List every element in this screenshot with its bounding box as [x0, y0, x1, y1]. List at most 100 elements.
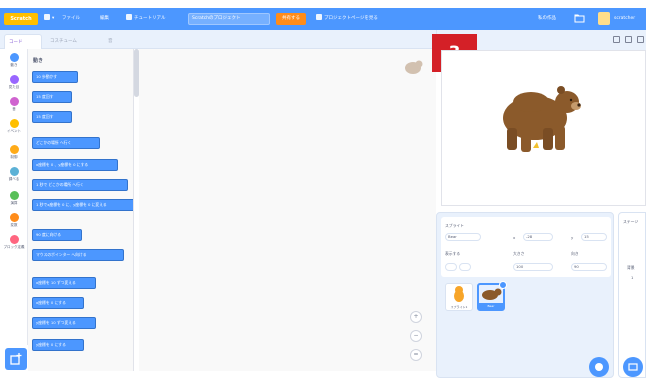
- block-label: 15 度回す: [36, 94, 54, 99]
- zoom-out-button[interactable]: −: [410, 330, 422, 342]
- category-motion[interactable]: 動き: [2, 53, 26, 67]
- category-label: 調べる: [8, 177, 20, 181]
- direction-input[interactable]: 90: [571, 263, 607, 271]
- add-extension-button[interactable]: [5, 348, 27, 370]
- block-go-to[interactable]: どこかの場所 へ行く: [32, 137, 100, 149]
- category-label: 音: [12, 107, 16, 111]
- edit-menu[interactable]: 編集: [100, 14, 109, 24]
- tab-sounds[interactable]: 音: [104, 34, 134, 49]
- category-sensing[interactable]: 調べる: [2, 167, 26, 181]
- category-dot: [9, 119, 19, 128]
- category-dot: [9, 75, 19, 84]
- block-label: 1 秒でx座標を 0 に、y座標を 0 に変える: [36, 202, 107, 207]
- block-turn-right[interactable]: 15 度回す: [32, 91, 72, 103]
- file-menu[interactable]: ファイル: [62, 14, 80, 24]
- globe-icon: [44, 14, 50, 20]
- share-button[interactable]: 共有する: [276, 13, 306, 25]
- tab-sounds-label: 音: [108, 39, 113, 44]
- cat-icon: [454, 286, 464, 302]
- see-project-page-button[interactable]: プロジェクトページを見る: [316, 14, 378, 24]
- block-label: 90 度に向ける: [36, 232, 62, 237]
- sprite-name-label: スプライト: [445, 223, 464, 228]
- language-menu[interactable]: ▾: [44, 14, 54, 24]
- block-change-y[interactable]: y座標を 10 ずつ変える: [32, 317, 96, 329]
- block-palette: 動き 10 歩動かす 15 度回す 15 度回す どこかの場所 へ行く x座標を…: [28, 49, 134, 371]
- y-position-input[interactable]: 15: [581, 233, 607, 241]
- block-set-x[interactable]: x座標を 0 にする: [32, 297, 84, 309]
- category-dot: [9, 235, 19, 244]
- normal-stage-icon[interactable]: [625, 36, 632, 43]
- tab-costumes[interactable]: コスチューム: [46, 34, 98, 49]
- cat-add-icon: [595, 363, 603, 371]
- block-label: マウスのポインター へ向ける: [36, 252, 87, 257]
- block-move-steps[interactable]: 10 歩動かす: [32, 71, 78, 83]
- category-operators[interactable]: 演算: [2, 191, 26, 205]
- category-sound[interactable]: 音: [2, 97, 26, 111]
- category-my-blocks[interactable]: ブロック定義: [2, 235, 26, 249]
- category-events[interactable]: イベント: [2, 119, 26, 133]
- size-label: 大きさ: [513, 251, 525, 256]
- category-variables[interactable]: 変数: [2, 213, 26, 227]
- block-set-y[interactable]: y座標を 0 にする: [32, 339, 84, 351]
- bear-thumbnail-icon: [405, 60, 423, 74]
- project-title-input[interactable]: Scratchのプロジェクト: [188, 13, 270, 25]
- block-turn-left[interactable]: 15 度回す: [32, 111, 72, 123]
- block-point-direction[interactable]: 90 度に向ける: [32, 229, 82, 241]
- avatar[interactable]: [598, 12, 610, 25]
- category-label: 変数: [10, 223, 18, 227]
- tab-code-label: コード: [9, 40, 23, 45]
- category-dot: [9, 53, 19, 62]
- sprite-thumb-bear[interactable]: Bear: [477, 281, 507, 311]
- choose-sprite-button[interactable]: [589, 357, 609, 377]
- category-control[interactable]: 制御: [2, 145, 26, 159]
- tutorials-label: チュートリアル: [134, 16, 166, 21]
- block-change-x[interactable]: x座標を 10 ずつ変える: [32, 277, 96, 289]
- sprite-thumb-name: Bear: [479, 303, 503, 309]
- username-label[interactable]: scratcher: [614, 14, 635, 24]
- category-dot: [9, 97, 19, 106]
- editor-tabs: コード コスチューム 音: [0, 30, 436, 49]
- delete-sprite-button[interactable]: [499, 281, 507, 289]
- scratch-logo[interactable]: Scratch: [4, 13, 38, 25]
- sprite-name-input[interactable]: Bear: [445, 233, 481, 241]
- project-page-icon: [316, 14, 322, 20]
- block-glide-to-xy[interactable]: 1 秒でx座標を 0 に、y座標を 0 に変える: [32, 199, 133, 211]
- block-label: 1 秒で どこかの場所 へ行く: [36, 182, 84, 187]
- category-dot: [9, 213, 19, 222]
- script-area[interactable]: + − =: [139, 49, 436, 371]
- category-label: ブロック定義: [3, 245, 25, 249]
- size-input[interactable]: 100: [513, 263, 553, 271]
- stage[interactable]: [441, 50, 646, 206]
- choose-backdrop-button[interactable]: [623, 357, 643, 377]
- backdrop-icon: [628, 363, 638, 371]
- lightbulb-icon: [126, 14, 132, 20]
- my-stuff-label[interactable]: 私の作品: [538, 14, 556, 24]
- stage-target-pane[interactable]: ステージ 背景 1: [618, 212, 646, 378]
- block-label: 10 歩動かす: [36, 74, 58, 79]
- tutorials-menu[interactable]: チュートリアル: [126, 14, 165, 24]
- block-go-to-xy[interactable]: x座標を 0 、y座標を 0 にする: [32, 159, 118, 171]
- sprite-thumb-cat[interactable]: スプライト1: [445, 283, 473, 311]
- zoom-in-icon: +: [413, 313, 419, 320]
- category-dot: [9, 191, 19, 200]
- x-position-input[interactable]: -28: [523, 233, 553, 241]
- zoom-out-icon: −: [413, 332, 419, 339]
- category-looks[interactable]: 見た目: [2, 75, 26, 89]
- category-dot: [9, 167, 19, 176]
- block-label: x座標を 0 、y座標を 0 にする: [36, 162, 89, 167]
- category-label: 演算: [10, 201, 18, 205]
- bear-sprite[interactable]: [497, 76, 581, 156]
- block-label: x座標を 0 にする: [36, 300, 66, 305]
- show-toggle[interactable]: [445, 263, 457, 271]
- show-label: 表示する: [445, 251, 461, 256]
- small-stage-icon[interactable]: [613, 36, 620, 43]
- category-label: 見た目: [8, 85, 20, 89]
- zoom-reset-button[interactable]: =: [410, 349, 422, 361]
- block-glide-to[interactable]: 1 秒で どこかの場所 へ行く: [32, 179, 128, 191]
- hide-toggle[interactable]: [459, 263, 471, 271]
- fullscreen-icon[interactable]: [637, 36, 644, 43]
- block-point-towards[interactable]: マウスのポインター へ向ける: [32, 249, 124, 261]
- tab-code[interactable]: コード: [4, 34, 42, 49]
- folder-icon[interactable]: [574, 13, 585, 24]
- zoom-in-button[interactable]: +: [410, 311, 422, 323]
